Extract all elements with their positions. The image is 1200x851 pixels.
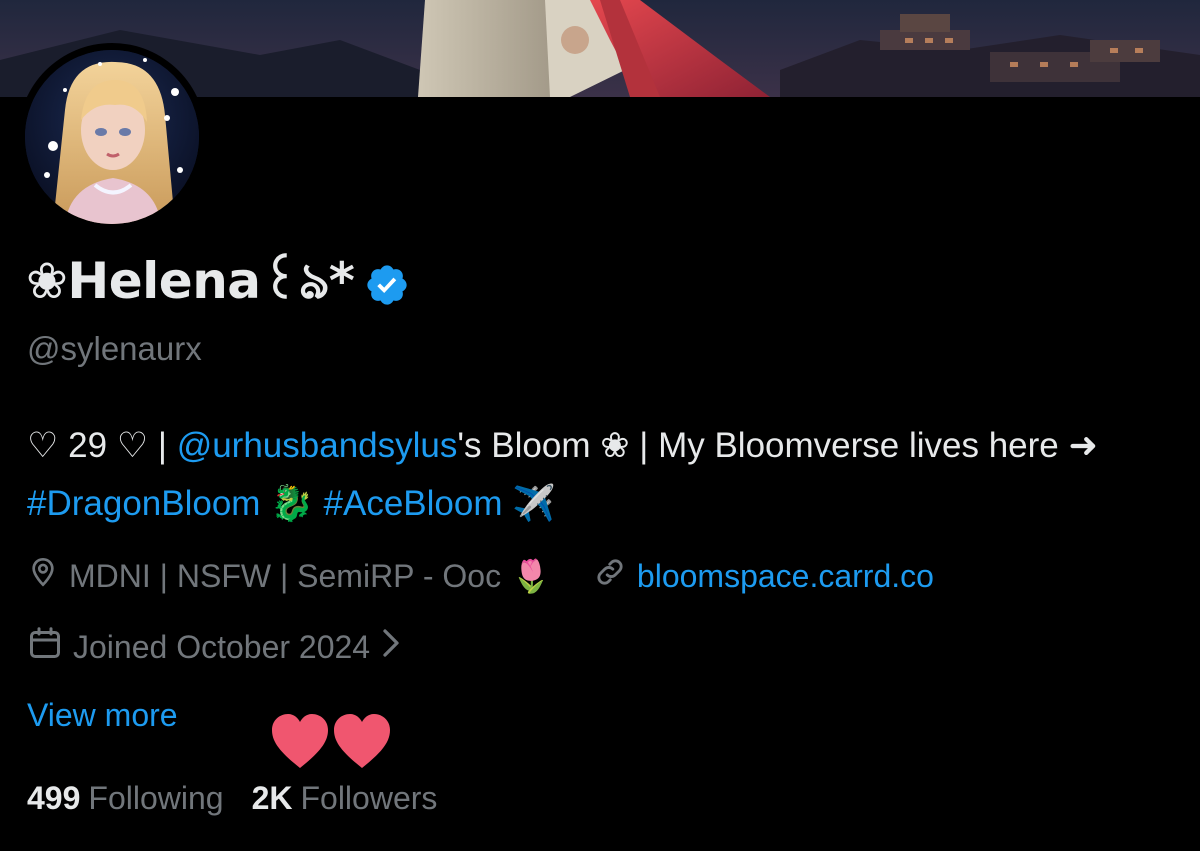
profile-meta-row: MDNI | NSFW | SemiRP - Ooc 🌷 bloomspace.…	[27, 553, 934, 599]
location-text: MDNI | NSFW | SemiRP - Ooc	[69, 557, 502, 594]
hearts-sticker-icon	[270, 712, 394, 777]
profile-location: MDNI | NSFW | SemiRP - Ooc 🌷	[27, 555, 551, 597]
bio-text: 's Bloom ❀ | My Bloomverse lives here ➜	[457, 426, 1098, 465]
avatar[interactable]	[25, 50, 199, 224]
following-label: Following	[88, 779, 224, 816]
display-name: ❀Helena꒰ঌ*	[26, 251, 355, 310]
location-pin-icon	[27, 555, 59, 597]
followers-stat[interactable]: 2K Followers	[252, 780, 438, 817]
view-more-link[interactable]: View more	[27, 697, 178, 734]
profile-website[interactable]: bloomspace.carrd.co	[593, 555, 934, 597]
profile-handle: @sylenaurx	[27, 330, 202, 367]
calendar-icon	[27, 625, 63, 669]
website-link[interactable]: bloomspace.carrd.co	[637, 558, 934, 595]
bio-hashtag-link[interactable]: #DragonBloom	[27, 484, 260, 523]
profile-name-row: ❀Helena꒰ঌ*	[26, 252, 410, 315]
profile-stats: 499 Following 2K Followers	[27, 775, 437, 821]
airplane-emoji: ✈️	[512, 484, 556, 523]
bio-mention-link[interactable]: @urhusbandsylus	[177, 426, 458, 465]
profile-bio: ♡ 29 ♡ | @urhusbandsylus's Bloom ❀ | My …	[27, 417, 1177, 533]
followers-count: 2K	[251, 779, 293, 816]
bio-hashtag-link[interactable]: #AceBloom	[324, 484, 503, 523]
bio-text: ♡ 29 ♡ |	[27, 426, 177, 465]
following-stat[interactable]: 499 Following	[27, 780, 224, 817]
joined-text: Joined October 2024	[73, 628, 371, 665]
profile-joined[interactable]: Joined October 2024	[27, 624, 402, 670]
link-icon	[593, 555, 627, 597]
verified-badge-icon[interactable]	[364, 262, 410, 308]
tulip-emoji: 🌷	[511, 558, 551, 594]
following-count: 499	[27, 779, 81, 816]
chevron-right-icon	[380, 628, 402, 666]
followers-label: Followers	[300, 779, 438, 816]
dragon-emoji: 🐉	[270, 484, 314, 523]
